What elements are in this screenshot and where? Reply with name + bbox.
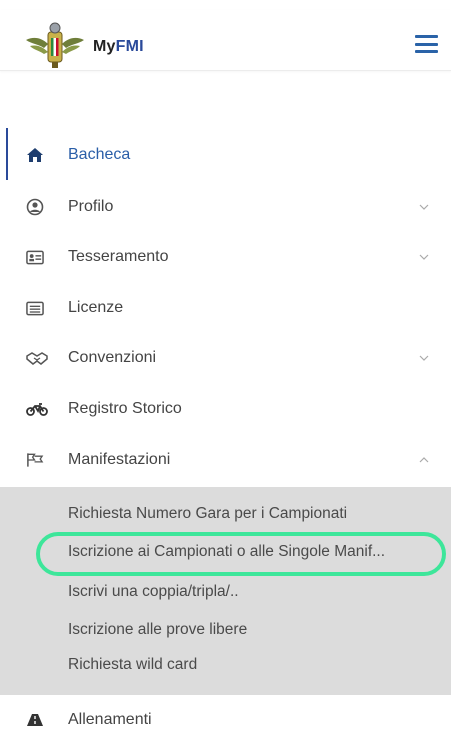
- list-icon: [26, 299, 44, 317]
- menu-item-convenzioni[interactable]: Convenzioni: [0, 336, 451, 380]
- app-header: MyFMI: [0, 10, 451, 71]
- road-icon: [26, 711, 44, 729]
- menu-item-licenze[interactable]: Licenze: [0, 286, 451, 330]
- handshake-icon: [26, 349, 48, 367]
- menu-item-label: Convenzioni: [68, 349, 157, 366]
- fmi-logo-icon: [26, 22, 84, 68]
- submenu-item-iscrivi-coppia[interactable]: Iscrivi una coppia/tripla/..: [68, 583, 239, 601]
- menu-item-label: Profilo: [68, 198, 114, 215]
- menu-item-registro-storico[interactable]: Registro Storico: [0, 387, 451, 431]
- menu-item-label: Registro Storico: [68, 400, 182, 417]
- submenu-item-iscrizione-campionati[interactable]: Iscrizione ai Campionati o alle Singole …: [68, 543, 385, 561]
- menu-item-label: Allenamenti: [68, 711, 152, 728]
- home-icon: [26, 146, 44, 164]
- flag-icon: [26, 451, 44, 469]
- menu-item-label: Licenze: [68, 299, 124, 316]
- menu-item-bacheca[interactable]: Bacheca: [0, 133, 451, 177]
- chevron-down-icon: [419, 355, 429, 361]
- menu-item-label: Bacheca: [68, 146, 131, 163]
- motorcycle-icon: [26, 400, 48, 418]
- chevron-down-icon: [419, 254, 429, 260]
- hamburger-menu-icon[interactable]: [415, 35, 438, 53]
- user-circle-icon: [26, 198, 44, 216]
- chevron-up-icon: [419, 457, 429, 463]
- brand-title: MyFMI: [93, 38, 144, 55]
- cropped-heading: [0, 0, 451, 8]
- id-card-icon: [26, 248, 44, 266]
- submenu-item-richiesta-numero-gara[interactable]: Richiesta Numero Gara per i Campionati: [68, 505, 347, 523]
- chevron-down-icon: [419, 204, 429, 210]
- submenu-item-wild-card[interactable]: Richiesta wild card: [68, 656, 197, 674]
- submenu-item-prove-libere[interactable]: Iscrizione alle prove libere: [68, 621, 247, 639]
- menu-item-tesseramento[interactable]: Tesseramento: [0, 235, 451, 279]
- menu-item-label: Manifestazioni: [68, 451, 171, 468]
- menu-item-profilo[interactable]: Profilo: [0, 185, 451, 229]
- menu-item-label: Tesseramento: [68, 248, 169, 265]
- menu-item-manifestazioni[interactable]: Manifestazioni: [0, 438, 451, 482]
- menu-item-allenamenti[interactable]: Allenamenti: [0, 698, 451, 742]
